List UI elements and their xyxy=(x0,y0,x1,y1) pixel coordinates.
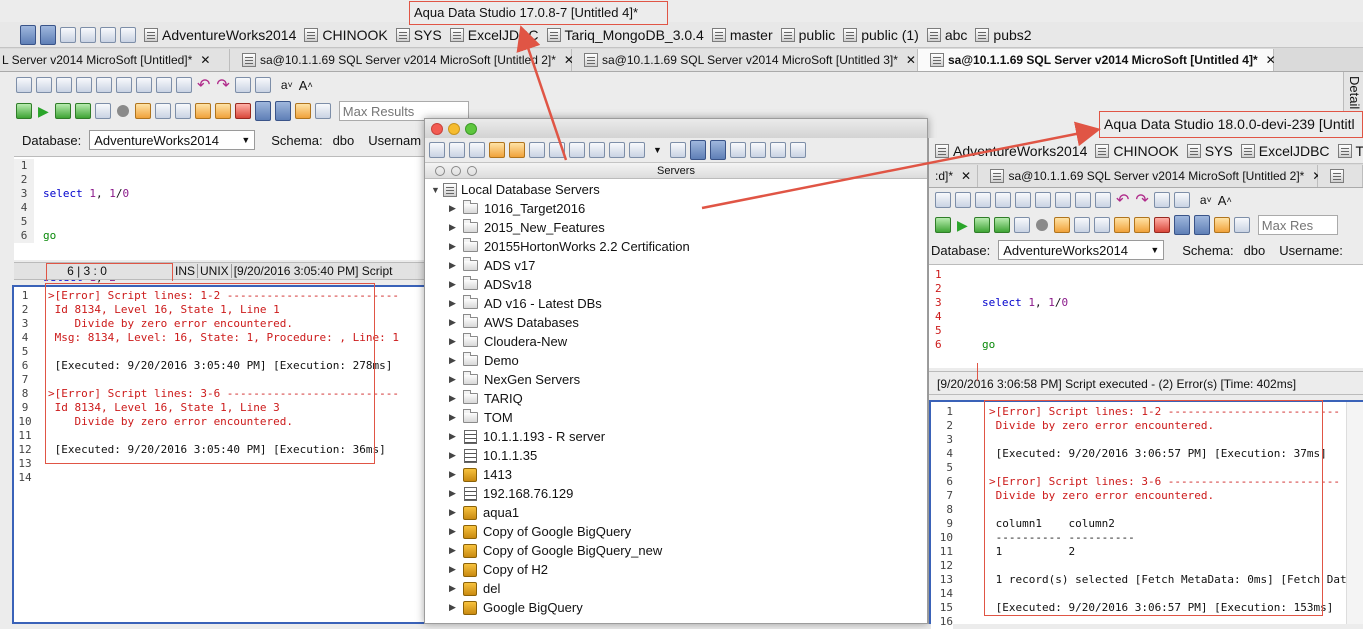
arrow-to-old-version xyxy=(516,25,568,161)
annotation-arrows xyxy=(516,25,1101,210)
arrow-to-new-version xyxy=(701,121,1101,210)
